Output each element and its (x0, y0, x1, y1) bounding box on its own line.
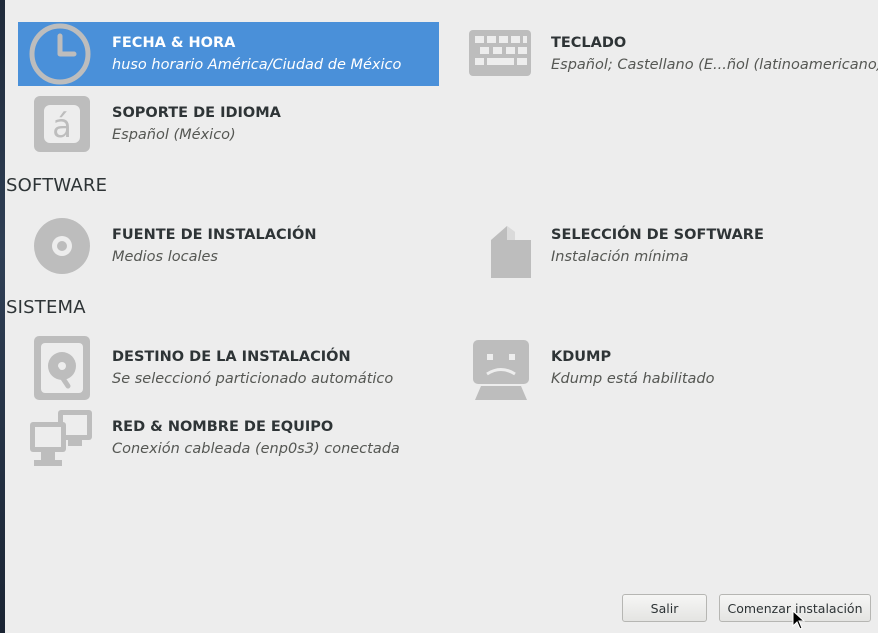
spoke-status: Se seleccionó particionado automático (112, 371, 394, 387)
spoke-date-time[interactable]: FECHA & HORA huso horario América/Ciudad… (18, 22, 439, 86)
spoke-title: FECHA & HORA (112, 35, 236, 51)
spoke-status: Español (México) (112, 127, 236, 143)
section-system-heading: SISTEMA (6, 297, 86, 318)
desktop-edge (0, 0, 5, 633)
spoke-title: SELECCIÓN DE SOFTWARE (551, 227, 764, 243)
disc-icon (34, 218, 90, 274)
clock-icon (29, 23, 91, 85)
spoke-status: Kdump está habilitado (551, 371, 715, 387)
spoke-title: TECLADO (551, 35, 627, 51)
harddisk-icon (34, 336, 90, 400)
quit-button[interactable]: Salir (622, 594, 707, 622)
spoke-status: Instalación mínima (551, 249, 689, 265)
keyboard-icon (469, 30, 531, 76)
section-software-heading: SOFTWARE (6, 175, 108, 196)
spoke-language-support[interactable]: á SOPORTE DE IDIOMA Español (México) (18, 92, 439, 156)
language-icon: á (34, 96, 90, 152)
spoke-title: DESTINO DE LA INSTALACIÓN (112, 349, 351, 365)
spoke-title: FUENTE DE INSTALACIÓN (112, 227, 317, 243)
package-icon (491, 226, 531, 278)
spoke-status: Medios locales (112, 249, 218, 265)
spoke-network-hostname[interactable]: RED & NOMBRE DE EQUIPO Conexión cableada… (18, 406, 439, 470)
spoke-keyboard[interactable]: TECLADO Español; Castellano (E...ñol (la… (457, 22, 878, 86)
spoke-installation-source[interactable]: FUENTE DE INSTALACIÓN Medios locales (18, 214, 439, 278)
spoke-title: RED & NOMBRE DE EQUIPO (112, 419, 334, 435)
spoke-title: KDUMP (551, 349, 612, 365)
spoke-status: Español; Castellano (E...ñol (latinoamer… (551, 57, 878, 73)
spoke-kdump[interactable]: KDUMP Kdump está habilitado (457, 336, 877, 400)
spoke-installation-destination[interactable]: DESTINO DE LA INSTALACIÓN Se seleccionó … (18, 336, 439, 400)
spoke-status: huso horario América/Ciudad de México (112, 57, 402, 73)
spoke-software-selection[interactable]: SELECCIÓN DE SOFTWARE Instalación mínima (457, 214, 877, 278)
svg-text:á: á (52, 107, 72, 145)
network-icon (30, 410, 92, 466)
spoke-status: Conexión cableada (enp0s3) conectada (112, 441, 400, 457)
mouse-cursor-icon (792, 610, 806, 630)
kdump-icon (473, 340, 529, 400)
spoke-title: SOPORTE DE IDIOMA (112, 105, 281, 121)
